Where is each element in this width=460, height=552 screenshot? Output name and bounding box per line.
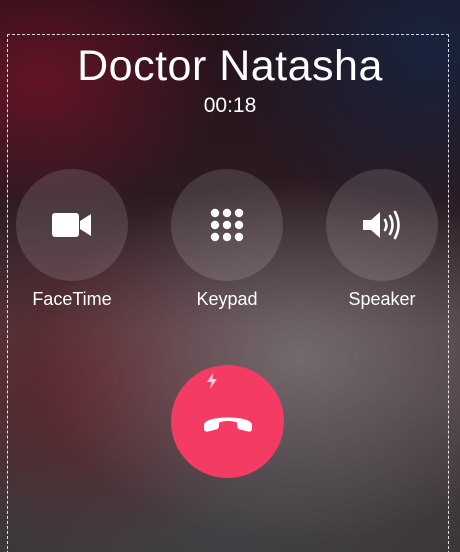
lightning-bolt-icon <box>207 373 217 389</box>
keypad-control: Keypad <box>171 169 283 310</box>
speaker-label: Speaker <box>348 289 416 309</box>
facetime-button[interactable] <box>16 169 128 281</box>
facetime-label: FaceTime <box>32 289 112 309</box>
end-call-button[interactable] <box>171 365 284 478</box>
keypad-grid-icon <box>210 208 244 242</box>
speaker-control: Speaker <box>326 169 438 310</box>
hang-up-icon <box>203 417 252 432</box>
keypad-button[interactable] <box>171 169 283 281</box>
keypad-label: Keypad <box>196 289 258 309</box>
caller-name: Doctor Natasha <box>77 42 383 90</box>
video-camera-icon <box>52 213 91 237</box>
facetime-control: FaceTime <box>16 169 128 310</box>
call-timer: 00:18 <box>203 94 257 117</box>
call-screen: Doctor Natasha 00:18 FaceTime Keypad Spe… <box>0 0 460 552</box>
speaker-icon <box>363 210 400 240</box>
speaker-button[interactable] <box>326 169 438 281</box>
